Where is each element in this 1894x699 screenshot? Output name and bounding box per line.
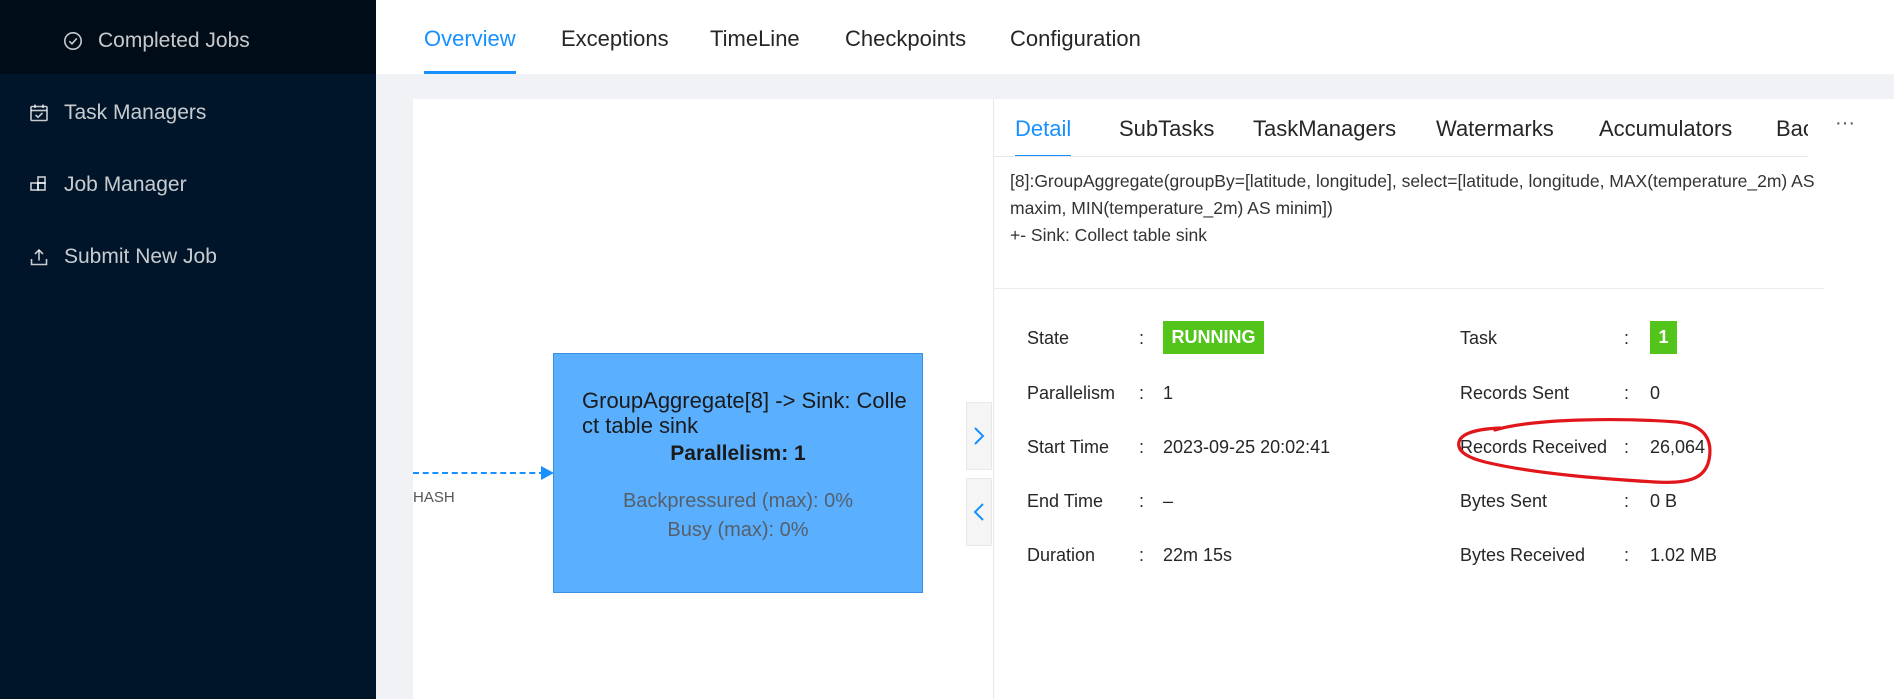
tab-checkpoints[interactable]: Checkpoints bbox=[845, 0, 966, 74]
description-divider bbox=[993, 288, 1824, 289]
tab-subtasks[interactable]: SubTasks bbox=[1119, 99, 1214, 156]
upload-icon bbox=[28, 246, 50, 268]
field-value-records-sent: 0 bbox=[1650, 383, 1661, 403]
field-value-end-time: – bbox=[1163, 491, 1174, 511]
tab-configuration[interactable]: Configuration bbox=[1010, 0, 1141, 74]
calendar-check-icon bbox=[28, 102, 50, 124]
graph-edge bbox=[413, 472, 545, 474]
field-colon: : bbox=[1624, 383, 1630, 403]
tab-detail[interactable]: Detail bbox=[1015, 99, 1072, 156]
field-value-bytes-received: 1.02 MB bbox=[1650, 545, 1718, 565]
field-colon: : bbox=[1139, 328, 1145, 348]
field-label-start-time: Start Time bbox=[1027, 437, 1110, 457]
tab-timeline[interactable]: TimeLine bbox=[710, 0, 800, 74]
field-label-task: Task bbox=[1460, 328, 1498, 348]
chevron-right-icon bbox=[974, 427, 985, 445]
node-name: GroupAggregate[8] -> Sink: Collect table… bbox=[582, 388, 907, 438]
field-label-duration: Duration bbox=[1027, 545, 1096, 565]
sidebar-item-label: Task Managers bbox=[64, 101, 207, 124]
expand-panel-button[interactable] bbox=[966, 402, 992, 470]
tab-exceptions[interactable]: Exceptions bbox=[561, 0, 669, 74]
field-label-end-time: End Time bbox=[1027, 491, 1104, 511]
field-colon: : bbox=[1139, 491, 1145, 511]
field-label-records-sent: Records Sent bbox=[1460, 383, 1570, 403]
operator-description-line: [8]:GroupAggregate(groupBy=[latitude, lo… bbox=[1010, 171, 1815, 218]
graph-node[interactable]: GroupAggregate[8] -> Sink: Collect table… bbox=[553, 353, 923, 593]
field-value-start-time: 2023-09-25 20:02:41 bbox=[1163, 437, 1331, 457]
node-busy: Busy (max): 0% bbox=[667, 519, 809, 541]
operator-description-line: +- Sink: Collect table sink bbox=[1010, 225, 1207, 245]
sidebar-item-label: Submit New Job bbox=[64, 245, 217, 268]
detail-tabs: Detail SubTasks TaskManagers Watermarks … bbox=[993, 99, 1808, 157]
collapse-panel-button[interactable] bbox=[966, 478, 992, 546]
tab-backpressure[interactable]: Bac bbox=[1776, 99, 1808, 156]
tab-accumulators[interactable]: Accumulators bbox=[1599, 99, 1732, 156]
field-colon: : bbox=[1624, 328, 1630, 348]
chevron-left-icon bbox=[973, 503, 984, 521]
tab-watermarks[interactable]: Watermarks bbox=[1436, 99, 1554, 156]
field-colon: : bbox=[1624, 545, 1630, 565]
field-colon: : bbox=[1624, 491, 1630, 511]
tab-overview[interactable]: Overview bbox=[424, 0, 516, 74]
node-backpressured: Backpressured (max): 0% bbox=[622, 490, 854, 512]
sidebar-item-completed-jobs[interactable]: Completed Jobs bbox=[0, 19, 376, 63]
field-value-duration: 22m 15s bbox=[1163, 545, 1233, 565]
field-label-state: State bbox=[1027, 328, 1070, 348]
field-colon: : bbox=[1139, 545, 1145, 565]
field-value-parallelism: 1 bbox=[1163, 383, 1174, 403]
field-label-bytes-sent: Bytes Sent bbox=[1460, 491, 1548, 511]
sidebar-item-task-managers[interactable]: Task Managers bbox=[0, 91, 376, 135]
sidebar-item-job-manager[interactable]: Job Manager bbox=[0, 163, 376, 207]
node-parallelism: Parallelism: 1 bbox=[670, 442, 806, 465]
task-count-badge: 1 bbox=[1650, 321, 1677, 354]
more-tabs-ellipsis-icon[interactable]: ··· bbox=[1820, 112, 1870, 142]
sidebar-item-submit-new-job[interactable]: Submit New Job bbox=[0, 235, 376, 279]
check-circle-icon bbox=[62, 30, 84, 52]
field-label-parallelism: Parallelism bbox=[1027, 383, 1116, 403]
sidebar-item-label: Completed Jobs bbox=[98, 29, 250, 52]
field-colon: : bbox=[1139, 383, 1145, 403]
graph-edge-label: HASH bbox=[413, 489, 455, 506]
status-badge: RUNNING bbox=[1163, 321, 1264, 354]
sidebar: Completed Jobs Task Managers Job Manager… bbox=[0, 0, 376, 699]
operator-description: [8]:GroupAggregate(groupBy=[latitude, lo… bbox=[1010, 168, 1840, 249]
tab-taskmanagers[interactable]: TaskManagers bbox=[1253, 99, 1396, 156]
field-label-bytes-received: Bytes Received bbox=[1460, 545, 1586, 565]
cluster-icon bbox=[28, 174, 50, 196]
sidebar-item-label: Job Manager bbox=[64, 173, 187, 196]
field-value-bytes-sent: 0 B bbox=[1650, 491, 1678, 511]
red-annotation-circle bbox=[1457, 418, 1712, 484]
field-colon: : bbox=[1139, 437, 1145, 457]
